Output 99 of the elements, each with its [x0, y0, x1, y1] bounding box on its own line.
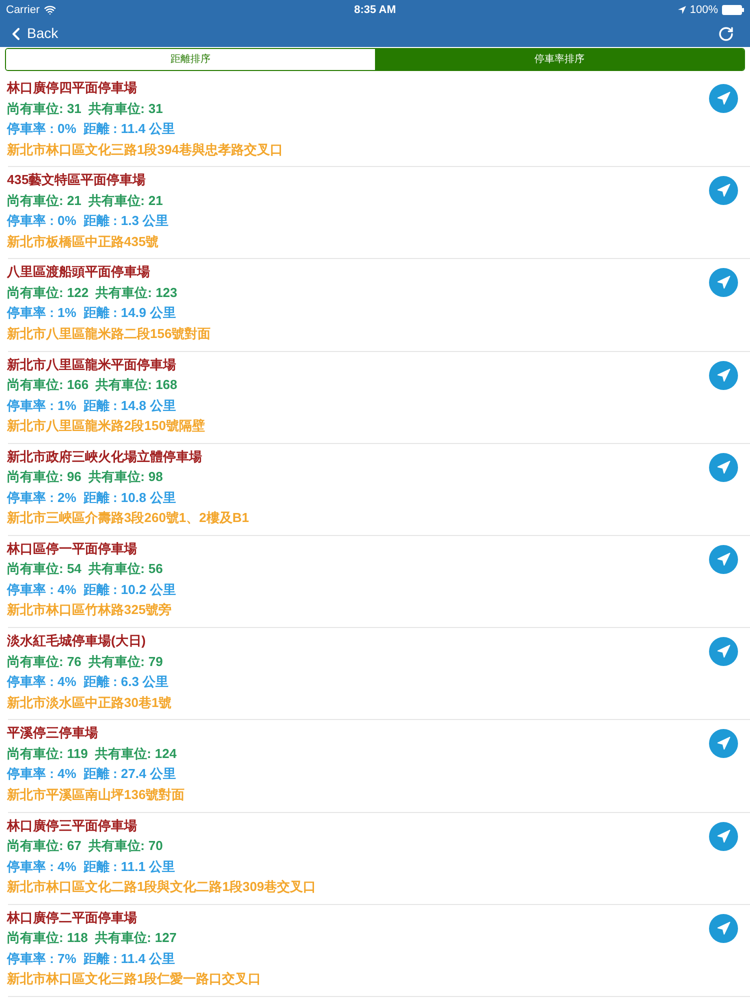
- clock-time: 8:35 AM: [354, 2, 396, 18]
- navigate-button[interactable]: [709, 637, 738, 666]
- navigation-arrow-icon: [716, 368, 731, 383]
- parking-lot-row[interactable]: 八里區渡船頭平面停車場 尚有車位: 122 共有車位: 123 停車率 : 1% 距離 : 14.9 公里 新北市八里區龍米路二段156號對面: [8, 259, 750, 352]
- distance-text: 距離 : 11.4 公里: [83, 120, 176, 138]
- total-spaces: 共有車位: 168: [96, 376, 178, 394]
- navigation-arrow-icon: [716, 91, 731, 106]
- back-button[interactable]: Back: [6, 23, 58, 44]
- occupancy-rate: 停車率 : 4%: [7, 858, 76, 876]
- lot-name: 435藝文特區平面停車場: [7, 171, 146, 190]
- distance-text: 距離 : 11.4 公里: [83, 950, 176, 968]
- parking-lot-row[interactable]: 新北市八里區龍米平面停車場 尚有車位: 166 共有車位: 168 停車率 : 1% 距離 : 14.8 公里 新北市八里區龍米路2段150號隔壁: [8, 352, 750, 444]
- available-spaces: 尚有車位: 31: [7, 100, 82, 118]
- lot-name: 林口廣停二平面停車場: [7, 908, 137, 927]
- sort-tab[interactable]: 停車率排序: [375, 49, 744, 70]
- lot-name: 平溪停三停車場: [7, 724, 98, 742]
- parking-lot-row[interactable]: 林口區停一平面停車場 尚有車位: 54 共有車位: 56 停車率 : 4% 距離 : 10.2 公里 新北市林口區竹林路325號旁: [8, 536, 750, 628]
- total-spaces: 共有車位: 124: [94, 744, 177, 763]
- battery-icon: [722, 5, 744, 15]
- occupancy-rate: 停車率 : 4%: [7, 580, 76, 599]
- occupancy-rate: 停車率 : 7%: [7, 950, 76, 968]
- occupancy-rate: 停車率 : 4%: [7, 673, 76, 692]
- available-spaces: 尚有車位: 76: [7, 652, 82, 671]
- parking-lot-row[interactable]: 淡水紅毛城停車場(大日) 尚有車位: 76 共有車位: 79 停車率 : 4% 距離 : 6.3 公里 新北市淡水區中正路30巷1號: [8, 628, 750, 720]
- location-arrow-icon: [678, 6, 686, 14]
- distance-text: 距離 : 6.3 公里: [83, 673, 169, 692]
- lot-name: 林口區停一平面停車場: [7, 540, 137, 558]
- distance-text: 距離 : 10.2 公里: [83, 580, 176, 599]
- parking-lot-row[interactable]: 平溪停三停車場 尚有車位: 119 共有車位: 124 停車率 : 4% 距離 : 27.4 公里 新北市平溪區南山坪136號對面: [8, 720, 750, 812]
- distance-text: 距離 : 1.3 公里: [83, 212, 169, 230]
- distance-text: 距離 : 14.8 公里: [83, 396, 176, 415]
- distance-text: 距離 : 14.9 公里: [83, 304, 176, 322]
- lot-address: 新北市林口區文化二路1段與文化二路1段309巷交叉口: [7, 878, 316, 896]
- total-spaces: 共有車位: 21: [88, 192, 163, 210]
- navigation-arrow-icon: [716, 644, 731, 660]
- navigation-arrow-icon: [716, 828, 731, 844]
- parking-lot-row[interactable]: 435藝文特區平面停車場 尚有車位: 21 共有車位: 21 停車率 : 0% 距離 : 1.3 公里 新北市板橋區中正路435號: [8, 167, 750, 260]
- parking-lot-row[interactable]: 新北市政府三峽火化場立體停車場 尚有車位: 96 共有車位: 98 停車率 : 2% 距離 : 10.8 公里 新北市三峽區介壽路3段260號1、2樓及B1: [8, 444, 750, 536]
- lot-address: 新北市林口區文化三路1段394巷與忠孝路交叉口: [7, 140, 283, 158]
- parking-lot-row[interactable]: 林口廣停四平面停車場 尚有車位: 31 共有車位: 31 停車率 : 0% 距離 : 11.4 公里 新北市林口區文化三路1段394巷與忠孝路交叉口: [8, 75, 750, 168]
- available-spaces: 尚有車位: 122: [7, 284, 89, 302]
- total-spaces: 共有車位: 123: [96, 284, 178, 302]
- navigate-button[interactable]: [709, 914, 738, 943]
- distance-text: 距離 : 10.8 公里: [83, 488, 176, 507]
- lot-address: 新北市淡水區中正路30巷1號: [7, 694, 172, 712]
- total-spaces: 共有車位: 79: [88, 652, 163, 671]
- lot-name: 淡水紅毛城停車場(大日): [7, 632, 146, 650]
- available-spaces: 尚有車位: 118: [7, 929, 88, 948]
- refresh-icon: [718, 26, 734, 42]
- available-spaces: 尚有車位: 54: [7, 560, 82, 578]
- total-spaces: 共有車位: 56: [88, 560, 163, 578]
- available-spaces: 尚有車位: 119: [7, 744, 88, 763]
- navigate-button[interactable]: [709, 544, 738, 574]
- lot-name: 八里區渡船頭平面停車場: [7, 263, 150, 282]
- parking-lot-row[interactable]: 林口廣停二平面停車場 尚有車位: 118 共有車位: 127 停車率 : 7% 距離 : 11.4 公里 新北市林口區文化三路1段仁愛一路口交叉口: [8, 904, 750, 997]
- navigation-arrow-icon: [716, 275, 731, 290]
- lot-address: 新北市林口區文化三路1段仁愛一路口交叉口: [7, 970, 262, 988]
- occupancy-rate: 停車率 : 1%: [7, 396, 76, 415]
- parking-lot-row[interactable]: 林口廣停三平面停車場 尚有車位: 67 共有車位: 70 停車率 : 4% 距離 : 11.1 公里 新北市林口區文化二路1段與文化二路1段309巷交叉口: [8, 812, 750, 905]
- lot-name: 林口廣停三平面停車場: [7, 816, 137, 834]
- battery-percent: 100%: [690, 2, 718, 18]
- available-spaces: 尚有車位: 166: [7, 376, 89, 394]
- lot-address: 新北市平溪區南山坪136號對面: [7, 786, 185, 804]
- distance-text: 距離 : 11.1 公里: [83, 858, 176, 876]
- navigate-button[interactable]: [709, 452, 738, 482]
- total-spaces: 共有車位: 127: [94, 929, 177, 948]
- lot-name: 新北市八里區龍米平面停車場: [7, 356, 176, 374]
- lot-name: 新北市政府三峽火化場立體停車場: [7, 448, 202, 466]
- available-spaces: 尚有車位: 96: [7, 468, 82, 486]
- distance-text: 距離 : 27.4 公里: [83, 765, 176, 784]
- navigate-button[interactable]: [709, 84, 738, 113]
- navigate-button[interactable]: [709, 176, 738, 206]
- navigate-button[interactable]: [709, 729, 738, 758]
- total-spaces: 共有車位: 31: [88, 100, 163, 118]
- navigation-arrow-icon: [716, 736, 731, 752]
- occupancy-rate: 停車率 : 2%: [7, 488, 76, 507]
- navigate-button[interactable]: [709, 360, 738, 390]
- occupancy-rate: 停車率 : 4%: [7, 765, 76, 784]
- available-spaces: 尚有車位: 21: [7, 192, 82, 210]
- wifi-icon: [44, 4, 56, 16]
- available-spaces: 尚有車位: 67: [7, 837, 82, 855]
- navigate-button[interactable]: [709, 822, 738, 850]
- occupancy-rate: 停車率 : 0%: [7, 120, 76, 138]
- lot-name: 林口廣停四平面停車場: [7, 79, 137, 97]
- navigation-arrow-icon: [716, 183, 731, 198]
- occupancy-rate: 停車率 : 0%: [7, 212, 76, 230]
- navigate-button[interactable]: [709, 268, 738, 298]
- occupancy-rate: 停車率 : 1%: [7, 304, 76, 322]
- navigation-arrow-icon: [716, 920, 731, 936]
- total-spaces: 共有車位: 98: [88, 468, 163, 486]
- navigation-arrow-icon: [716, 460, 731, 475]
- navigation-arrow-icon: [716, 552, 731, 567]
- carrier-label: Carrier: [6, 2, 40, 18]
- lot-address: 新北市三峽區介壽路3段260號1、2樓及B1: [7, 509, 249, 528]
- total-spaces: 共有車位: 70: [88, 837, 163, 855]
- lot-address: 新北市林口區竹林路325號旁: [7, 601, 172, 620]
- lot-address: 新北市板橋區中正路435號: [7, 232, 159, 251]
- lot-address: 新北市八里區龍米路2段150號隔壁: [7, 417, 205, 436]
- lot-address: 新北市八里區龍米路二段156號對面: [7, 324, 211, 343]
